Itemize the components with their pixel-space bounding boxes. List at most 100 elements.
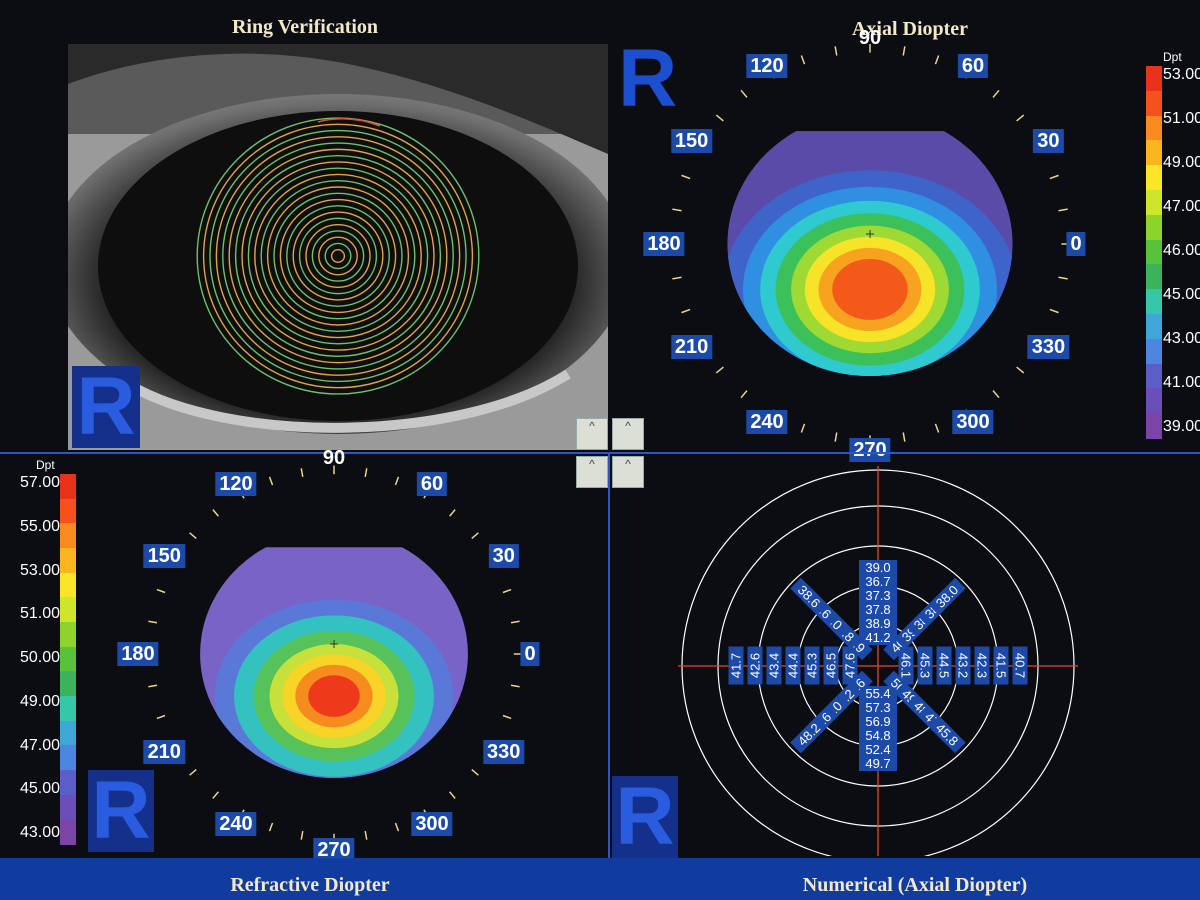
eye-indicator-r: R	[72, 366, 140, 448]
angle-tick	[364, 468, 368, 478]
scale-color-band	[1146, 190, 1162, 216]
scale-label: 41.00	[1163, 374, 1200, 391]
numerical-value: 44.5	[936, 646, 952, 685]
scale-color-band	[60, 671, 76, 697]
vertical-divider	[608, 452, 610, 858]
numerical-value: 42.6	[747, 646, 763, 685]
angle-tick	[189, 768, 197, 776]
scale-color-band	[1146, 239, 1162, 266]
scale-color-band	[1146, 66, 1162, 92]
numerical-value: 36.7	[859, 574, 897, 589]
refractive-eye-indicator-r: R	[88, 770, 154, 852]
angle-label-30: 30	[488, 544, 519, 568]
angle-tick	[364, 830, 368, 840]
angle-tick	[502, 714, 512, 720]
scale-color-band	[1146, 90, 1162, 117]
scale-color-band	[1146, 289, 1162, 315]
scale-label: 55.00	[20, 517, 61, 535]
scale-label: 46.00	[1163, 242, 1200, 259]
numerical-value: 54.8	[859, 728, 897, 743]
angle-label-180: 180	[117, 642, 159, 666]
refractive-scale-unit: Dpt	[36, 458, 55, 472]
numerical-value: 38.9	[859, 616, 897, 631]
scale-color-band	[1146, 140, 1162, 167]
numerical-value: 45.3	[804, 646, 820, 685]
numerical-value: 41.5	[993, 646, 1009, 685]
scale-color-band	[1146, 165, 1162, 191]
panel-up-button-2[interactable]: ^	[612, 418, 644, 450]
angle-tick	[148, 684, 158, 688]
angle-tick	[268, 476, 274, 486]
angle-tick	[394, 822, 400, 832]
angle-tick	[212, 509, 220, 517]
scale-label: 47.00	[20, 736, 61, 754]
scale-color-band	[60, 622, 76, 648]
angle-label-90: 90	[858, 27, 882, 49]
topography-zone	[308, 675, 360, 717]
ring-verification-panel[interactable]: R	[68, 44, 608, 450]
numerical-value: 57.3	[859, 700, 897, 715]
scale-label: 50.00	[20, 649, 61, 666]
scale-label: 43.00	[1163, 330, 1200, 347]
angle-label-60: 60	[957, 53, 989, 78]
angle-label-300: 300	[411, 811, 453, 836]
numerical-value: 37.3	[859, 588, 897, 603]
angle-tick	[156, 588, 166, 594]
axial-eye-indicator-r: R	[618, 33, 678, 124]
angle-tick	[189, 532, 197, 540]
angle-tick	[1058, 276, 1068, 280]
angle-tick	[300, 468, 304, 478]
angle-label-90: 90	[322, 447, 346, 469]
angle-tick	[681, 308, 691, 314]
angle-tick	[394, 476, 400, 486]
angle-tick	[715, 114, 724, 122]
angle-tick	[992, 390, 1000, 399]
topography-map	[200, 547, 468, 778]
angle-label-150: 150	[670, 129, 713, 153]
angle-tick	[715, 366, 724, 374]
angle-tick	[934, 55, 940, 65]
angle-tick	[902, 46, 906, 56]
angle-tick	[156, 714, 166, 720]
scale-color-band	[60, 770, 76, 796]
angle-tick	[992, 89, 1000, 98]
scale-color-band	[60, 696, 76, 722]
numerical-value: 39.0	[859, 560, 897, 575]
scale-label: 51.00	[1163, 110, 1200, 127]
refractive-color-scale	[60, 474, 76, 845]
angle-tick	[934, 423, 940, 433]
angle-label-150: 150	[143, 544, 185, 568]
angle-tick	[1016, 114, 1025, 122]
angle-tick	[471, 532, 479, 540]
angle-tick	[502, 588, 512, 594]
angle-tick	[800, 55, 806, 65]
scale-label: 39.00	[1163, 418, 1200, 435]
axial-diopter-panel[interactable]	[612, 44, 1140, 450]
angle-label-330: 330	[1027, 335, 1070, 359]
numerical-value: 43.4	[766, 646, 782, 685]
angle-label-330: 330	[483, 740, 525, 764]
angle-tick	[471, 768, 479, 776]
panel-up-button-1[interactable]: ^	[576, 418, 608, 450]
scale-label: 53.00	[20, 561, 61, 579]
angle-tick	[834, 432, 838, 442]
scale-color-band	[60, 646, 76, 673]
angle-label-240: 240	[746, 410, 788, 435]
angle-tick	[300, 830, 304, 840]
scale-label: 43.00	[20, 824, 61, 841]
scale-label: 49.00	[1163, 154, 1200, 171]
scale-color-band	[60, 720, 76, 747]
angle-tick	[681, 174, 691, 180]
angle-tick	[212, 791, 220, 799]
angle-tick	[448, 791, 456, 799]
horizontal-divider	[0, 452, 1200, 454]
axial-scale-unit: Dpt	[1163, 50, 1182, 64]
angle-label-300: 300	[952, 410, 994, 435]
axial-diopter-title: Axial Diopter	[851, 18, 969, 40]
angle-tick	[510, 620, 520, 624]
scale-label: 47.00	[1163, 198, 1200, 215]
scale-color-band	[60, 819, 76, 845]
numerical-value: 44.4	[785, 646, 801, 685]
topography-zone	[832, 258, 908, 320]
angle-tick	[1049, 174, 1059, 180]
